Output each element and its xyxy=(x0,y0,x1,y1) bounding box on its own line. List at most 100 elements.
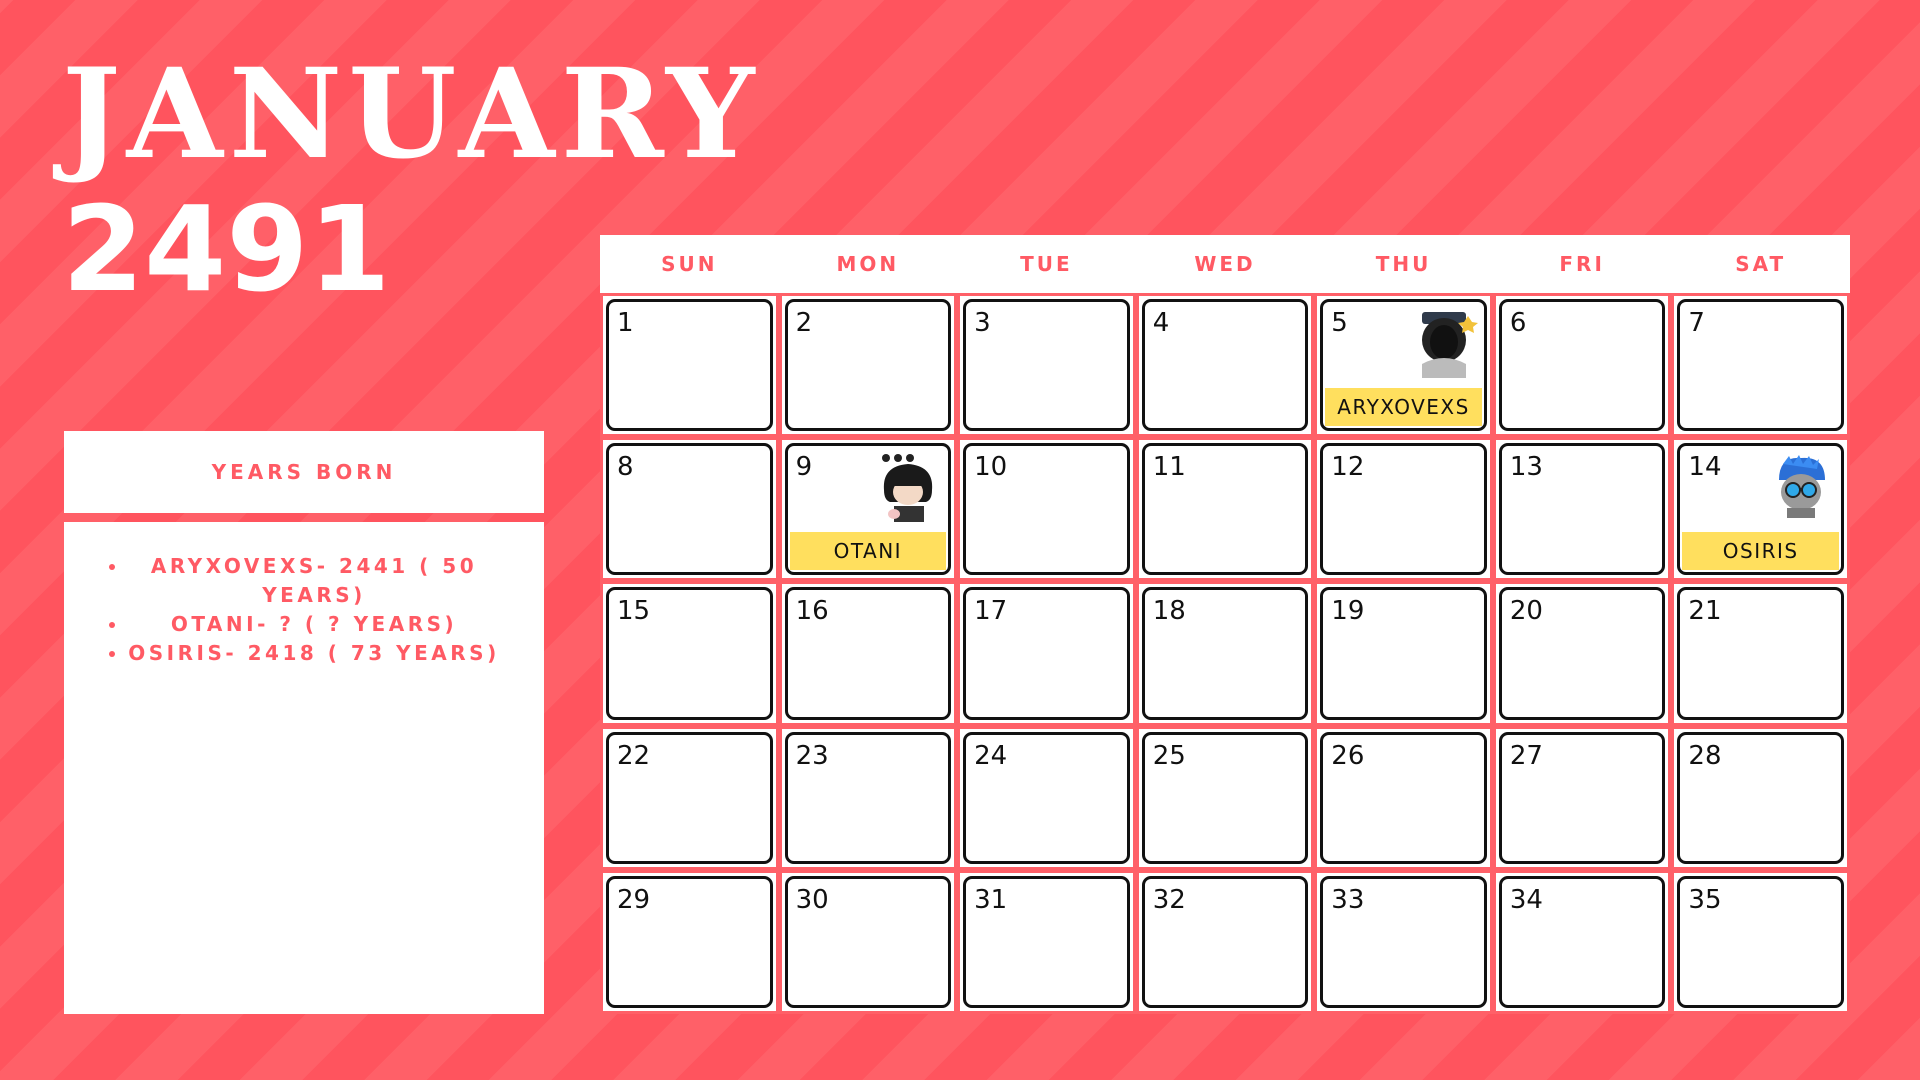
day-number: 11 xyxy=(1152,452,1186,483)
day-number: 8 xyxy=(617,452,634,483)
day-number: 20 xyxy=(1509,596,1543,627)
day-cell-box: 7 xyxy=(1677,299,1844,432)
day-cell-box: 19 xyxy=(1320,587,1487,720)
day-number: 4 xyxy=(1152,308,1170,338)
masked-character-avatar-icon xyxy=(1421,312,1478,378)
day-number: 34 xyxy=(1509,884,1543,915)
day-cell[interactable]: 19 xyxy=(1317,584,1490,723)
day-number: 23 xyxy=(795,740,829,771)
day-cell[interactable]: 24 xyxy=(960,728,1133,867)
day-cell[interactable]: 4 xyxy=(1138,296,1312,435)
day-cell[interactable]: 15 xyxy=(603,584,776,723)
day-cell[interactable]: 16 xyxy=(781,584,955,723)
day-cell[interactable]: 20 xyxy=(1495,584,1669,723)
day-cell[interactable]: 26 xyxy=(1317,728,1490,867)
day-cell-box: 22 xyxy=(606,731,773,864)
day-cell-box: 17 xyxy=(963,587,1130,720)
day-cell-box: 2 xyxy=(784,299,952,432)
day-number: 32 xyxy=(1152,884,1186,915)
birthday-tag: ARYXOVEXS xyxy=(1325,388,1482,427)
day-cell-box: 8 xyxy=(606,443,773,576)
day-cell[interactable]: 29 xyxy=(603,872,776,1011)
day-cell[interactable]: 33 xyxy=(1317,872,1490,1011)
day-cell[interactable]: 23 xyxy=(781,728,955,867)
day-cell-box: 21 xyxy=(1677,587,1844,720)
day-cell-box: 6 xyxy=(1498,299,1666,432)
day-cell[interactable]: 30 xyxy=(781,872,955,1011)
day-number: 21 xyxy=(1688,596,1722,627)
weekday-thu: THU xyxy=(1375,252,1432,276)
day-cell[interactable]: 8 xyxy=(603,440,776,579)
day-cell[interactable]: 10 xyxy=(960,440,1133,579)
day-cell-box: 3 xyxy=(963,299,1130,432)
day-cell-box: 24 xyxy=(963,731,1130,864)
years-born-panel: ARYXOVEXS- 2441 ( 50 YEARS) OTANI- ? ( ?… xyxy=(64,522,544,1014)
day-cell[interactable]: 25 xyxy=(1138,728,1312,867)
day-cell[interactable]: 17 xyxy=(960,584,1133,723)
weekday-sat: SAT xyxy=(1735,252,1787,276)
years-born-item-otani: OTANI- ? ( ? YEARS) xyxy=(128,610,500,639)
day-cell[interactable]: 13 xyxy=(1495,440,1669,579)
day-cell[interactable]: 11 xyxy=(1138,440,1312,579)
day-cell-box: 23 xyxy=(784,731,952,864)
day-cell[interactable]: 21 xyxy=(1674,584,1847,723)
day-number: 27 xyxy=(1509,740,1543,771)
calendar: SUN MON TUE WED THU FRI SAT 1 2 3 4 5 ARYXOVE… xyxy=(600,235,1850,1014)
years-born-item-aryxovexs: ARYXOVEXS- 2441 ( 50 YEARS) xyxy=(128,552,500,610)
weekday-mon: MON xyxy=(836,252,900,276)
day-number: 35 xyxy=(1688,884,1722,915)
dark-hair-character-avatar-icon xyxy=(882,454,933,523)
day-cell[interactable]: 31 xyxy=(960,872,1133,1011)
day-number: 22 xyxy=(617,740,651,771)
day-cell-box: 15 xyxy=(606,587,773,720)
day-number: 25 xyxy=(1152,740,1186,771)
day-number: 5 xyxy=(1331,308,1348,338)
day-cell[interactable]: 6 xyxy=(1495,296,1669,435)
day-number: 26 xyxy=(1331,740,1365,771)
day-cell-box: 20 xyxy=(1498,587,1666,720)
day-cell[interactable]: 7 xyxy=(1674,296,1847,435)
day-number: 1 xyxy=(617,308,634,338)
day-cell[interactable]: 35 xyxy=(1674,872,1847,1011)
day-cell[interactable]: 28 xyxy=(1674,728,1847,867)
day-cell-box: 18 xyxy=(1141,587,1309,720)
year-title: 2491 xyxy=(62,180,391,318)
day-cell[interactable]: 27 xyxy=(1495,728,1669,867)
day-cell[interactable]: 5 ARYXOVEXS xyxy=(1317,296,1490,435)
day-cell[interactable]: 32 xyxy=(1138,872,1312,1011)
years-born-header: YEARS BORN xyxy=(64,431,544,513)
years-born-list: ARYXOVEXS- 2441 ( 50 YEARS) OTANI- ? ( ?… xyxy=(108,552,500,668)
day-cell-box: 30 xyxy=(784,875,952,1008)
day-cell-box: 28 xyxy=(1677,731,1844,864)
day-cell-box: 4 xyxy=(1141,299,1309,432)
day-cell[interactable]: 9 OTANI xyxy=(781,440,955,579)
day-cell[interactable]: 14 OSIRIS xyxy=(1674,440,1847,579)
blue-hair-goggles-avatar-icon xyxy=(1778,455,1825,519)
day-number: 16 xyxy=(795,596,829,627)
day-number: 29 xyxy=(617,884,651,915)
day-number: 2 xyxy=(795,308,813,338)
day-number: 10 xyxy=(974,452,1008,483)
day-cell-box: 14 OSIRIS xyxy=(1677,443,1844,576)
day-number: 17 xyxy=(974,596,1008,627)
day-cell-box: 34 xyxy=(1498,875,1666,1008)
years-born-item-osiris: OSIRIS- 2418 ( 73 YEARS) xyxy=(128,639,500,668)
day-cell[interactable]: 22 xyxy=(603,728,776,867)
day-cell-box: 29 xyxy=(606,875,773,1008)
day-cell[interactable]: 18 xyxy=(1138,584,1312,723)
weekday-fri: FRI xyxy=(1559,252,1605,276)
weekday-sun: SUN xyxy=(661,252,718,276)
day-cell[interactable]: 12 xyxy=(1317,440,1490,579)
day-cell[interactable]: 2 xyxy=(781,296,955,435)
day-cell[interactable]: 34 xyxy=(1495,872,1669,1011)
day-cell-box: 11 xyxy=(1141,443,1309,576)
day-cell[interactable]: 3 xyxy=(960,296,1133,435)
weekday-header-row: SUN MON TUE WED THU FRI SAT xyxy=(600,235,1850,293)
weekday-tue: TUE xyxy=(1020,252,1073,276)
day-cell-box: 12 xyxy=(1320,443,1487,576)
day-number: 18 xyxy=(1152,596,1186,627)
day-number: 13 xyxy=(1509,452,1543,483)
day-cell[interactable]: 1 xyxy=(603,296,776,435)
day-cell-box: 33 xyxy=(1320,875,1487,1008)
day-number: 7 xyxy=(1688,308,1705,338)
